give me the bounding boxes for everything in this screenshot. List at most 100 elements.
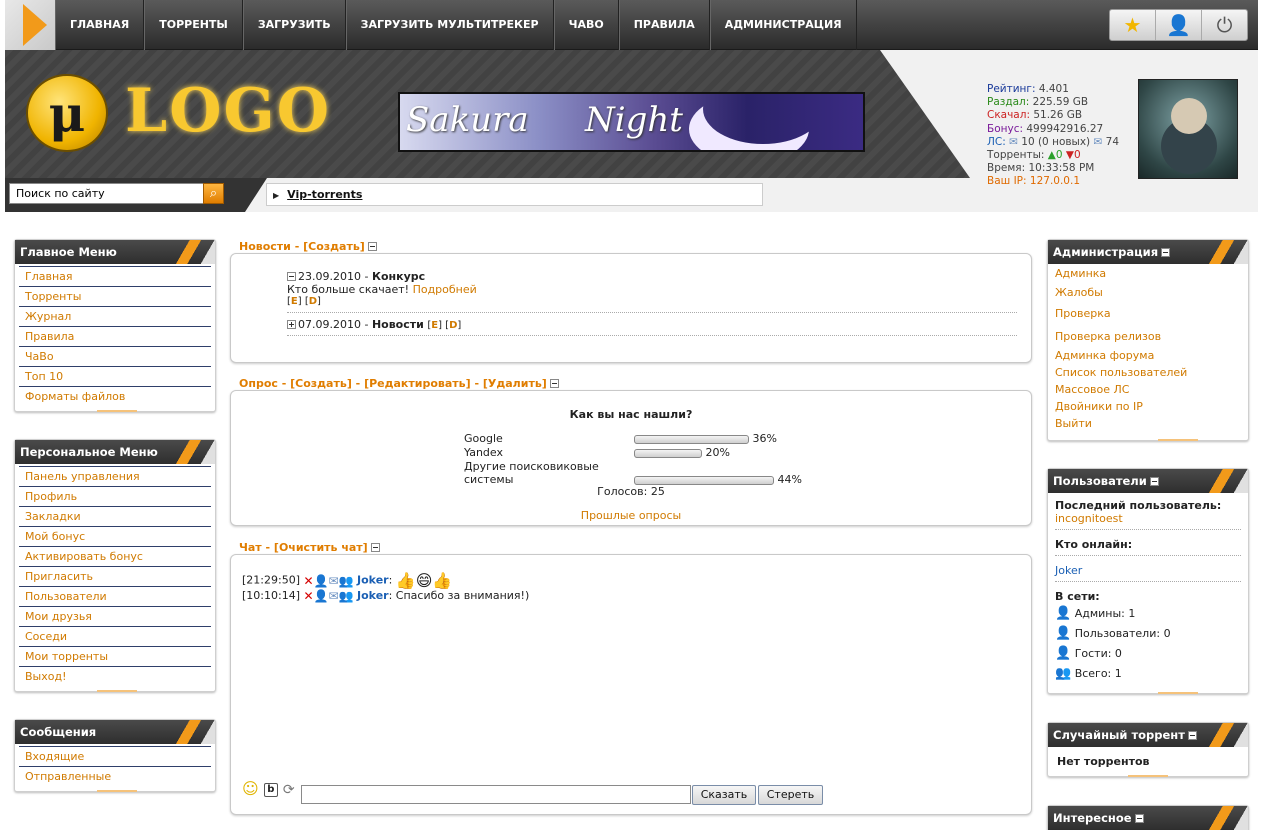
collapse-icon[interactable] bbox=[367, 242, 377, 251]
collapse-icon[interactable] bbox=[287, 272, 296, 281]
clear-button[interactable]: Стереть bbox=[758, 785, 823, 805]
refresh-spinner-icon[interactable]: ⟳ bbox=[283, 782, 295, 798]
logo-text[interactable]: LOGO bbox=[125, 76, 331, 146]
logo-mu-icon[interactable]: μ bbox=[26, 74, 108, 152]
nav-item-administration[interactable]: АДМИНИСТРАЦИЯ bbox=[709, 0, 857, 50]
users-title-text: Пользователи bbox=[1053, 474, 1147, 488]
menu-item-activate-bonus[interactable]: Активировать бонус bbox=[19, 546, 211, 566]
menu-item-my-torrents[interactable]: Мои торренты bbox=[19, 646, 211, 666]
poll-title[interactable]: Опрос - [Создать] - [Редактировать] - [У… bbox=[239, 377, 547, 390]
search-bar: ⌕ bbox=[5, 178, 267, 212]
past-polls-link[interactable]: Прошлые опросы bbox=[231, 509, 1031, 522]
collapse-icon[interactable] bbox=[549, 379, 559, 388]
expand-icon[interactable] bbox=[287, 320, 296, 329]
search-input[interactable] bbox=[9, 183, 205, 204]
menu-item-top10[interactable]: Топ 10 bbox=[19, 366, 211, 386]
delete-icon[interactable]: ✕ bbox=[304, 589, 314, 603]
nav-item-upload[interactable]: ЗАГРУЗИТЬ bbox=[242, 0, 346, 50]
user-icon[interactable]: 👤 bbox=[1156, 10, 1202, 40]
collapse-icon[interactable] bbox=[370, 543, 380, 552]
chat-message-input[interactable] bbox=[301, 785, 691, 804]
edit-link[interactable]: E bbox=[291, 296, 298, 307]
admin-item[interactable]: Двойники по IP bbox=[1055, 400, 1241, 417]
admin-item[interactable]: Проверка релизов bbox=[1055, 330, 1241, 349]
nav-item-home[interactable]: ГЛАВНАЯ bbox=[55, 0, 145, 50]
collapse-icon[interactable] bbox=[1161, 248, 1171, 257]
chat-panel: [21:29:50] ✕👤✉👥 Joker: 👍😄👍 [10:10:14] ✕👤… bbox=[230, 554, 1032, 815]
menu-item-faq[interactable]: ЧаВо bbox=[19, 346, 211, 366]
banner-image[interactable]: Sakura Night bbox=[398, 92, 865, 152]
news-body: Кто больше скачает! Подробней bbox=[287, 283, 1017, 296]
edit-link[interactable]: E bbox=[431, 320, 438, 331]
collapse-icon[interactable] bbox=[1134, 814, 1144, 823]
pm-out-count[interactable]: 74 bbox=[1106, 136, 1119, 148]
menu-item-my-bonus[interactable]: Мой бонус bbox=[19, 526, 211, 546]
read-more-link[interactable]: Подробней bbox=[413, 283, 477, 296]
collapse-icon[interactable] bbox=[1187, 731, 1197, 740]
admin-item[interactable]: Массовое ЛС bbox=[1055, 383, 1241, 400]
download-label: Скачал: bbox=[987, 109, 1030, 122]
nav-item-torrents[interactable]: ТОРРЕНТЫ bbox=[144, 0, 243, 50]
admin-item[interactable]: Жалобы bbox=[1055, 286, 1241, 307]
main-menu-list: Главная Торренты Журнал Правила ЧаВо Топ… bbox=[15, 264, 215, 410]
power-icon[interactable]: ⏻ bbox=[1202, 10, 1247, 40]
block-footer-accent bbox=[1158, 692, 1198, 694]
rating-row: Рейтинг: 4.401 bbox=[987, 83, 1119, 96]
admin-item[interactable]: Выйти bbox=[1055, 417, 1241, 434]
menu-item-users[interactable]: Пользователи bbox=[19, 586, 211, 606]
delete-link[interactable]: D bbox=[309, 296, 317, 307]
nav-item-faq[interactable]: ЧАВО bbox=[553, 0, 619, 50]
friends-icon[interactable]: 👥 bbox=[339, 589, 354, 603]
friends-icon[interactable]: 👥 bbox=[339, 574, 354, 588]
user-profile-icon[interactable]: 👤 bbox=[314, 589, 329, 603]
delete-link[interactable]: D bbox=[449, 320, 457, 331]
nav-item-rules[interactable]: ПРАВИЛА bbox=[618, 0, 710, 50]
menu-item-torrents[interactable]: Торренты bbox=[19, 286, 211, 306]
pm-count[interactable]: 10 (0 новых) bbox=[1021, 136, 1090, 148]
chat-title[interactable]: Чат - [Очистить чат] bbox=[239, 541, 368, 554]
menu-item-invite[interactable]: Пригласить bbox=[19, 566, 211, 586]
online-user-link[interactable]: Joker bbox=[1055, 564, 1241, 577]
collapse-icon[interactable] bbox=[1149, 477, 1159, 486]
user-profile-icon[interactable]: 👤 bbox=[314, 574, 329, 588]
poll-option: Google 36% bbox=[464, 432, 802, 446]
star-add-icon[interactable]: ★ bbox=[1110, 10, 1156, 40]
menu-item-profile[interactable]: Профиль bbox=[19, 486, 211, 506]
smiley-icon[interactable]: ☺ bbox=[242, 779, 259, 798]
envelope-icon[interactable]: ✉ bbox=[1009, 136, 1018, 148]
vip-torrents-link[interactable]: Vip-torrents bbox=[287, 188, 362, 201]
envelope-icon[interactable]: ✉ bbox=[329, 589, 339, 603]
menu-item-logout[interactable]: Выход! bbox=[19, 666, 211, 686]
chat-message: [21:29:50] ✕👤✉👥 Joker: 👍😄👍 bbox=[242, 571, 453, 590]
last-user-link[interactable]: incognitoest bbox=[1055, 512, 1241, 525]
envelope-icon[interactable]: ✉ bbox=[329, 574, 339, 588]
menu-item-sent[interactable]: Отправленные bbox=[19, 766, 211, 786]
main-menu-block: Главное Меню Главная Торренты Журнал Пра… bbox=[14, 239, 216, 412]
delete-icon[interactable]: ✕ bbox=[304, 574, 314, 588]
admin-item[interactable]: Админка bbox=[1055, 267, 1241, 286]
bold-icon[interactable]: b bbox=[263, 783, 278, 797]
nav-item-upload-multitracker[interactable]: ЗАГРУЗИТЬ МУЛЬТИТРЕКЕР bbox=[345, 0, 554, 50]
menu-item-inbox[interactable]: Входящие bbox=[19, 746, 211, 766]
chat-user[interactable]: Joker bbox=[357, 574, 389, 587]
outbox-icon[interactable]: ✉ bbox=[1094, 136, 1103, 148]
menu-item-formats[interactable]: Форматы файлов bbox=[19, 386, 211, 406]
menu-item-log[interactable]: Журнал bbox=[19, 306, 211, 326]
say-button[interactable]: Сказать bbox=[692, 785, 756, 805]
menu-item-home[interactable]: Главная bbox=[19, 266, 211, 286]
menu-item-rules[interactable]: Правила bbox=[19, 326, 211, 346]
menu-item-bookmarks[interactable]: Закладки bbox=[19, 506, 211, 526]
admin-item[interactable]: Админка форума bbox=[1055, 349, 1241, 366]
search-button[interactable]: ⌕ bbox=[203, 183, 224, 204]
chat-messages: [21:29:50] ✕👤✉👥 Joker: 👍😄👍 [10:10:14] ✕👤… bbox=[242, 571, 529, 607]
admin-item[interactable]: Список пользователей bbox=[1055, 366, 1241, 383]
avatar[interactable] bbox=[1138, 79, 1238, 179]
menu-item-neighbors[interactable]: Соседи bbox=[19, 626, 211, 646]
menu-item-friends[interactable]: Мои друзья bbox=[19, 606, 211, 626]
chat-user[interactable]: Joker bbox=[357, 589, 389, 602]
personal-menu-title: Персональное Меню bbox=[15, 440, 215, 464]
menu-item-control-panel[interactable]: Панель управления bbox=[19, 466, 211, 486]
news-title[interactable]: Новости - [Создать] bbox=[239, 240, 365, 253]
admin-item[interactable]: Проверка bbox=[1055, 307, 1241, 330]
pm-row[interactable]: ЛС: ✉ 10 (0 новых) ✉ 74 bbox=[987, 136, 1119, 149]
